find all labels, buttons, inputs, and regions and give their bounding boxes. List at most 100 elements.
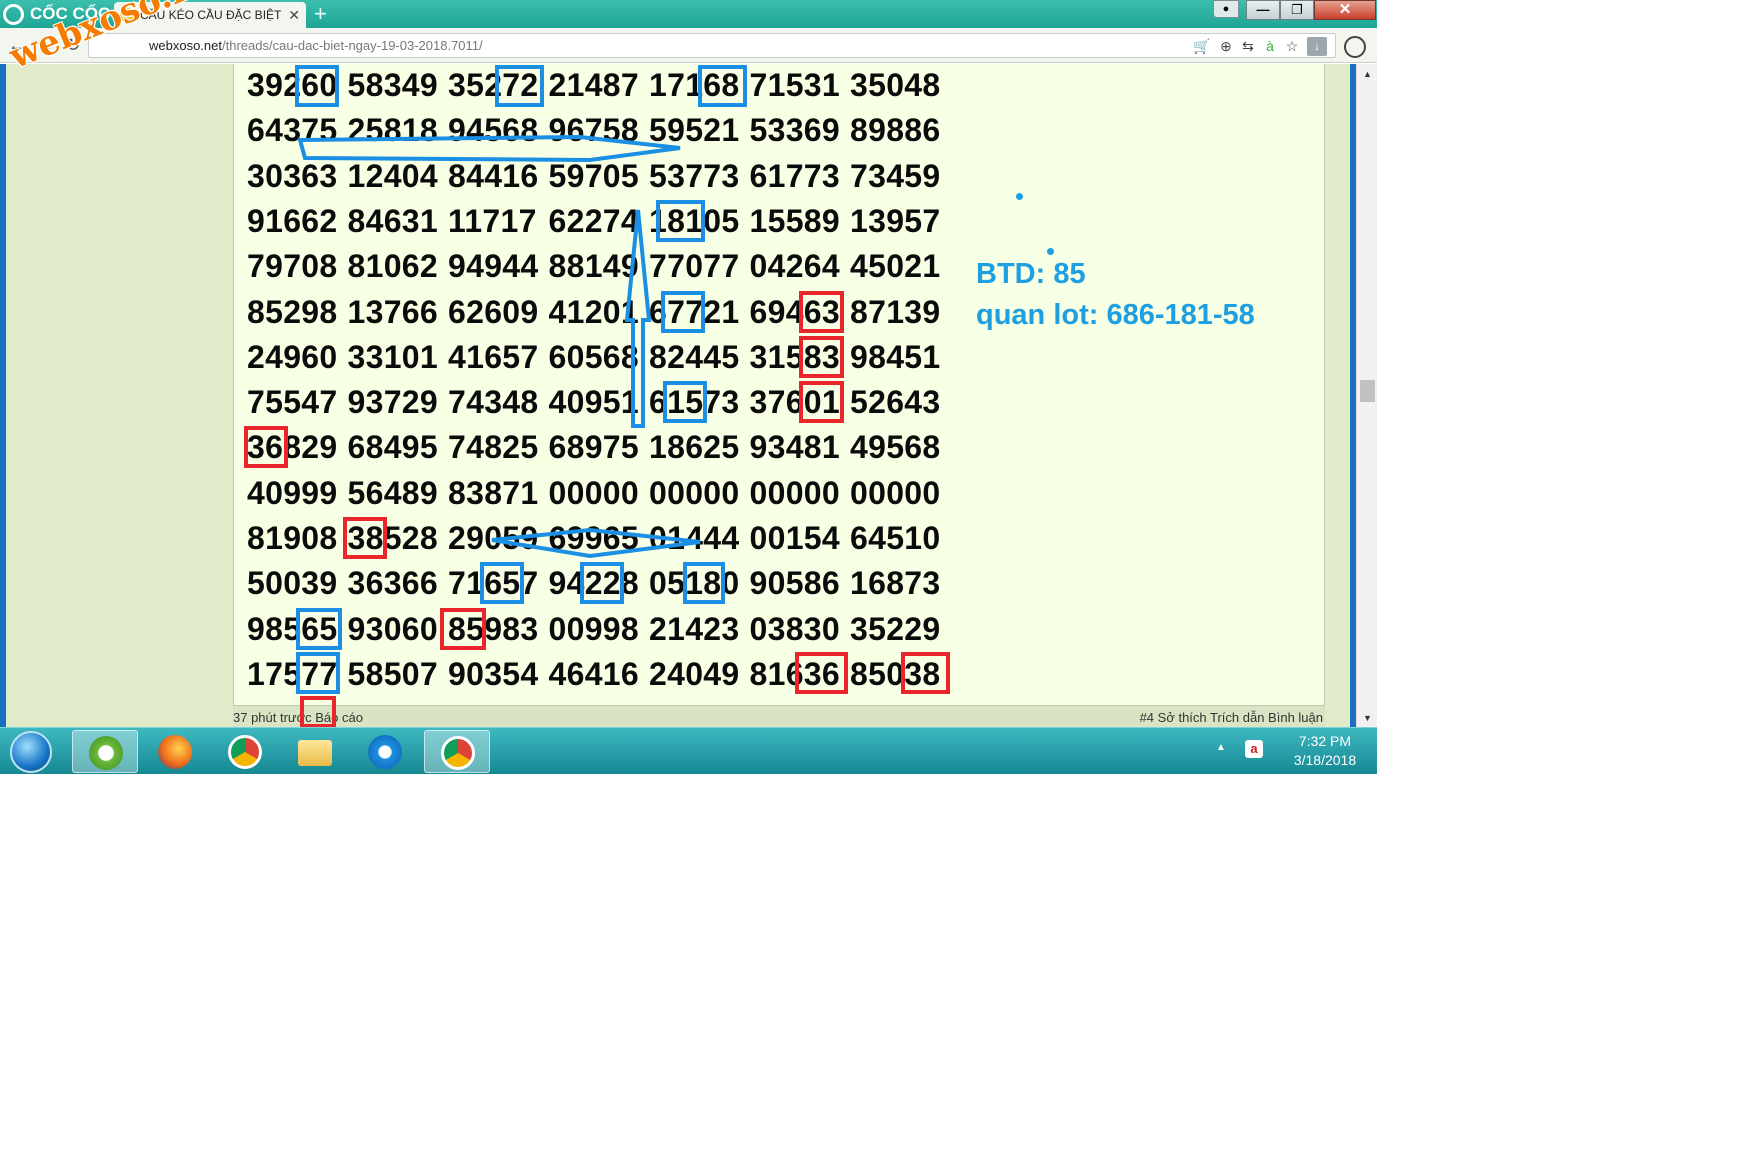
coccoc-icon	[89, 736, 123, 770]
number-cell: 83871	[448, 474, 539, 511]
number-cell: 35048	[850, 67, 941, 103]
number-cell: 12404	[347, 157, 438, 194]
number-cell: 93729	[347, 384, 438, 421]
clock-time: 7:32 PM	[1298, 733, 1352, 749]
number-cell: 00000	[749, 474, 840, 511]
number-cell: 82445	[649, 338, 740, 375]
post-meta-right[interactable]: #4 Sở thích Trích dẫn Bình luận	[1140, 710, 1323, 725]
internet-explorer-icon	[368, 735, 402, 769]
number-cell: 25818	[347, 112, 438, 149]
number-row: 30363 12404 84416 59705 53773 61773 73459	[247, 158, 951, 202]
scroll-up-icon[interactable]: ▲	[1363, 69, 1372, 79]
number-cell: 85983	[448, 610, 539, 647]
taskbar-explorer[interactable]	[282, 730, 348, 773]
number-cell: 68975	[548, 429, 639, 466]
number-row: 75547 93729 74348 40951 61573 37601 52643	[247, 384, 951, 428]
browser-tab-bar: CỐC CỐC XS CẦU KÉO CẦU ĐẶC BIỆT ✕ + ● — …	[0, 0, 1377, 28]
number-cell: 71657	[448, 565, 539, 602]
number-cell: 52643	[850, 384, 941, 421]
tray-expand-icon[interactable]: ▲	[1216, 742, 1226, 753]
clock-date: 3/18/2018	[1293, 752, 1357, 768]
number-cell: 93481	[749, 429, 840, 466]
number-cell: 64510	[850, 520, 941, 556]
number-cell: 93060	[347, 610, 438, 647]
number-row: 50039 36366 71657 94228 05180 90586 16873	[247, 565, 951, 609]
number-row: 64375 25818 94568 96758 59521 53369 89886	[247, 112, 951, 156]
number-cell: 18625	[649, 429, 740, 466]
bookmark-star-icon[interactable]: ☆	[1283, 37, 1301, 55]
minimize-button[interactable]: —	[1246, 0, 1280, 20]
tray-app-icon[interactable]: a	[1245, 740, 1263, 758]
annotation-dot	[1047, 248, 1054, 255]
number-cell: 15589	[749, 202, 840, 239]
number-cell: 84416	[448, 157, 539, 194]
close-window-button[interactable]: ✕	[1314, 0, 1376, 20]
number-cell: 96758	[548, 112, 639, 149]
number-cell: 00154	[749, 520, 840, 556]
number-cell: 41201	[548, 293, 639, 330]
number-cell: 01444	[649, 520, 740, 556]
post-meta-left[interactable]: 37 phút trước Báo cáo	[233, 710, 363, 725]
firefox-icon	[158, 735, 192, 769]
number-cell: 16873	[850, 565, 941, 602]
new-tab-button[interactable]: +	[314, 1, 327, 27]
number-cell: 64375	[247, 112, 338, 149]
address-bar[interactable]: webxoso.net/threads/cau-dac-biet-ngay-19…	[88, 33, 1336, 58]
taskbar-ie[interactable]	[352, 730, 418, 773]
number-cell: 38528	[347, 520, 438, 556]
number-cell: 79708	[247, 248, 338, 285]
taskbar-chrome-2[interactable]	[424, 730, 490, 773]
url-path: /threads/cau-dac-biet-ngay-19-03-2018.70…	[222, 38, 483, 53]
number-row: 98565 93060 85983 00998 21423 03830 35229	[247, 611, 951, 655]
number-cell: 29059	[448, 520, 539, 556]
number-row: 17577 58507 90354 46416 24049 81636 85038	[247, 656, 951, 700]
number-cell: 91662	[247, 202, 338, 239]
shopping-cart-icon[interactable]: 🛒	[1193, 37, 1211, 55]
number-cell: 56489	[347, 474, 438, 511]
profile-icon[interactable]: ●	[1213, 0, 1239, 18]
number-cell: 74825	[448, 429, 539, 466]
number-row: 36829 68495 74825 68975 18625 93481 49568	[247, 429, 951, 473]
number-cell: 81062	[347, 248, 438, 285]
number-cell: 77077	[649, 248, 740, 285]
number-cell: 87139	[850, 293, 941, 330]
menu-circle-icon[interactable]	[1344, 36, 1366, 58]
number-cell: 11717	[448, 202, 537, 239]
tab-close-icon[interactable]: ✕	[288, 2, 300, 28]
number-row: 39260 58349 35272 21487 17168 71531 35048	[247, 67, 951, 111]
dictionary-icon[interactable]: à	[1261, 37, 1279, 55]
number-cell: 05180	[649, 565, 740, 602]
download-icon[interactable]: ↓	[1307, 37, 1327, 56]
number-cell: 18105	[649, 202, 740, 239]
taskbar-chrome[interactable]	[212, 730, 278, 773]
number-cell: 58507	[347, 655, 438, 692]
number-cell: 84631	[347, 202, 438, 239]
number-cell: 50039	[247, 565, 338, 602]
number-cell: 59521	[649, 112, 740, 149]
zoom-icon[interactable]: ⊕	[1217, 37, 1235, 55]
number-cell: 90586	[749, 565, 840, 602]
number-row: 85298 13766 62609 41201 67721 69463 87139	[247, 294, 951, 338]
number-cell: 81636	[749, 655, 840, 692]
url-host: webxoso.net	[149, 38, 222, 53]
number-cell: 00000	[850, 474, 941, 511]
number-row: 40999 56489 83871 00000 00000 00000 00000	[247, 475, 951, 519]
number-cell: 59705	[548, 157, 639, 194]
taskbar-clock[interactable]: 7:32 PM 3/18/2018	[1280, 732, 1370, 770]
scroll-down-icon[interactable]: ▼	[1363, 713, 1372, 723]
maximize-button[interactable]: ❐	[1280, 0, 1314, 20]
number-cell: 13957	[850, 202, 941, 239]
vertical-scrollbar[interactable]: ▲ ▼	[1356, 64, 1377, 727]
number-cell: 49568	[850, 429, 941, 466]
windows-taskbar: ▲ a 7:32 PM 3/18/2018	[0, 727, 1377, 774]
number-cell: 94944	[448, 248, 539, 285]
number-row: 79708 81062 94944 88149 77077 04264 45021	[247, 248, 951, 292]
scrollbar-thumb[interactable]	[1360, 380, 1375, 402]
windows-start-icon[interactable]	[10, 731, 52, 773]
coccoc-logo-icon	[3, 4, 24, 25]
taskbar-firefox[interactable]	[142, 730, 208, 773]
taskbar-coccoc[interactable]	[72, 730, 138, 773]
translate-icon[interactable]: ⇆	[1239, 37, 1257, 55]
chrome-icon	[441, 736, 475, 770]
number-cell: 00998	[548, 610, 639, 647]
